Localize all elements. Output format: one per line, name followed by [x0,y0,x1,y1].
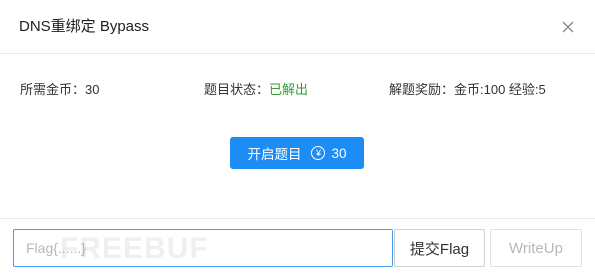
reward-label: 解题奖励： [389,82,455,97]
flag-input[interactable] [13,229,393,267]
start-challenge-button[interactable]: 开启题目 ¥ 30 [230,137,364,169]
close-icon[interactable] [560,19,576,35]
challenge-info-row: 所需金币：30 题目状态：已解出 解题奖励：金币:100 经验:5 [0,80,595,100]
writeup-button[interactable]: WriteUp [490,229,582,267]
submit-flag-button[interactable]: 提交Flag [394,229,485,267]
dialog-title: DNS重绑定 Bypass [19,18,150,35]
start-button-label: 开启题目 [247,147,302,162]
cost-value: 30 [85,82,100,97]
challenge-dialog: DNS重绑定 Bypass 所需金币：30 题目状态：已解出 解题奖励：金币:1… [0,0,595,276]
status-info: 题目状态：已解出 [204,80,308,100]
cost-info: 所需金币：30 [20,80,99,100]
yen-coin-icon: ¥ [311,146,326,160]
reward-value: 金币:100 经验:5 [454,82,546,97]
status-badge: 已解出 [269,82,309,97]
status-label: 题目状态： [204,82,270,97]
dialog-header: DNS重绑定 Bypass [0,0,595,54]
start-button-cost: 30 [331,145,347,161]
cost-label: 所需金币： [20,82,86,97]
reward-info: 解题奖励：金币:100 经验:5 [389,80,546,100]
